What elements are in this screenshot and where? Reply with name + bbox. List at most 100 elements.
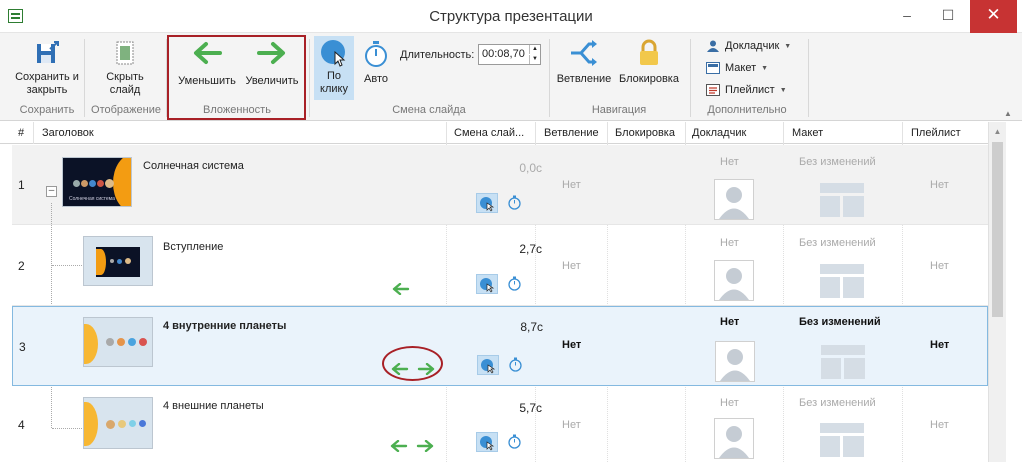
avatar-icon[interactable] xyxy=(714,179,754,220)
branching-value: Нет xyxy=(562,179,581,191)
col-slide-change[interactable]: Смена слай... xyxy=(454,127,524,139)
cursor-click-icon xyxy=(481,359,496,374)
slide-title[interactable]: 4 внутренние планеты xyxy=(163,320,286,332)
col-presenter[interactable]: Докладчик xyxy=(692,127,746,139)
hide-slide-button[interactable]: Скрыть слайд xyxy=(90,39,160,97)
save-icon xyxy=(37,41,59,63)
slide-thumbnail[interactable] xyxy=(83,236,153,286)
arrow-left-icon[interactable] xyxy=(392,283,410,295)
layout-icon xyxy=(706,62,720,74)
branching-value: Нет xyxy=(562,260,581,272)
collapse-ribbon-icon[interactable]: ▲ xyxy=(1004,109,1012,118)
spin-down-icon[interactable]: ▼ xyxy=(529,55,540,64)
group-label-navigation: Навигация xyxy=(591,104,647,116)
slide-duration: 0,0с xyxy=(519,161,542,175)
lock-icon xyxy=(640,39,658,65)
auto-button[interactable]: Авто xyxy=(358,39,394,86)
highlight-oval xyxy=(382,346,443,381)
playlist-icon xyxy=(706,84,720,96)
table-row[interactable]: 4 4 внешние планеты 5,7с Нет Нет Без изм… xyxy=(12,387,988,462)
col-title[interactable]: Заголовок xyxy=(42,127,94,139)
slide-duration: 2,7с xyxy=(519,242,542,256)
playlist-value: Нет xyxy=(930,339,950,351)
layout-value: Без изменений xyxy=(799,156,876,168)
lock-button[interactable]: Блокировка xyxy=(614,39,684,86)
group-separator xyxy=(309,39,310,117)
branching-button[interactable]: Ветвление xyxy=(554,39,614,86)
group-separator xyxy=(549,39,550,117)
col-lock[interactable]: Блокировка xyxy=(615,127,675,139)
presenter-dropdown[interactable]: Докладчик ▼ xyxy=(706,40,791,52)
save-close-button[interactable]: Сохранить и закрыть xyxy=(14,39,80,97)
layout-icon[interactable] xyxy=(820,264,864,298)
stopwatch-icon[interactable] xyxy=(507,276,522,291)
grid-header: # Заголовок Смена слай... Ветвление Блок… xyxy=(0,122,1006,144)
col-layout[interactable]: Макет xyxy=(792,127,823,139)
slide-thumbnail[interactable]: Солнечная система xyxy=(62,157,132,207)
table-row[interactable]: 3 4 внутренние планеты 8,7с Нет Нет Без … xyxy=(12,306,988,386)
layout-dropdown[interactable]: Макет ▼ xyxy=(706,62,768,74)
ribbon: Сохранить и закрыть Сохранить Скрыть сла… xyxy=(0,33,1022,121)
stopwatch-icon[interactable] xyxy=(507,195,522,210)
group-separator xyxy=(690,39,691,117)
duration-value: 00:08,70 xyxy=(482,48,525,60)
layout-icon[interactable] xyxy=(821,345,865,379)
layout-value: Без изменений xyxy=(799,237,876,249)
layout-value: Без изменений xyxy=(799,316,881,328)
group-label-display: Отображение xyxy=(91,104,161,116)
spin-up-icon[interactable]: ▲ xyxy=(529,45,540,54)
group-separator xyxy=(84,39,85,117)
minimize-button[interactable]: – xyxy=(887,0,927,33)
presenter-label: Докладчик xyxy=(725,40,780,52)
slide-title[interactable]: 4 внешние планеты xyxy=(163,400,264,412)
row-number: 2 xyxy=(18,259,25,273)
slide-duration: 8,7с xyxy=(520,320,543,334)
row-number: 4 xyxy=(18,418,25,432)
cursor-click-icon xyxy=(480,278,495,293)
collapse-toggle-icon[interactable]: – xyxy=(46,186,57,197)
cursor-click-icon xyxy=(480,197,495,212)
on-click-toggle[interactable] xyxy=(476,274,498,294)
scrollbar-thumb[interactable] xyxy=(992,142,1003,317)
close-button[interactable]: ✕ xyxy=(970,0,1017,33)
group-separator xyxy=(808,39,809,117)
vertical-scrollbar[interactable]: ▲ xyxy=(988,122,1006,462)
slide-title[interactable]: Вступление xyxy=(163,241,223,253)
on-click-label: По клику xyxy=(320,70,348,95)
duration-label: Длительность: xyxy=(400,49,475,61)
on-click-button[interactable]: По клику xyxy=(314,36,354,100)
col-playlist[interactable]: Плейлист xyxy=(911,127,961,139)
layout-icon[interactable] xyxy=(820,423,864,457)
layout-icon[interactable] xyxy=(820,183,864,217)
on-click-toggle[interactable] xyxy=(476,193,498,213)
slide-thumbnail[interactable] xyxy=(83,317,153,367)
arrow-right-icon[interactable] xyxy=(416,440,434,452)
person-icon xyxy=(707,40,719,52)
on-click-toggle[interactable] xyxy=(476,432,498,452)
table-row[interactable]: 1 – Солнечная система Солнечная система … xyxy=(12,145,988,225)
playlist-value: Нет xyxy=(930,179,949,191)
table-row[interactable]: 2 Вступление 2,7с Нет Нет Без изменений … xyxy=(12,226,988,306)
stopwatch-icon[interactable] xyxy=(508,357,523,372)
slide-duration: 5,7с xyxy=(519,401,542,415)
group-label-additional: Дополнительно xyxy=(707,104,787,116)
duration-input[interactable]: 00:08,70 ▲ ▼ xyxy=(478,44,541,65)
on-click-toggle[interactable] xyxy=(477,355,499,375)
avatar-icon[interactable] xyxy=(715,341,755,382)
slide-thumbnail[interactable] xyxy=(83,397,153,449)
col-num[interactable]: # xyxy=(18,127,24,139)
presenter-value: Нет xyxy=(720,397,739,409)
highlight-frame xyxy=(167,35,306,120)
playlist-dropdown[interactable]: Плейлист ▼ xyxy=(706,84,787,96)
scroll-up-icon[interactable]: ▲ xyxy=(989,124,1006,140)
hide-slide-icon xyxy=(116,41,134,65)
maximize-button[interactable]: ☐ xyxy=(928,0,968,33)
avatar-icon[interactable] xyxy=(714,418,754,459)
auto-label: Авто xyxy=(364,73,388,85)
stopwatch-icon[interactable] xyxy=(507,434,522,449)
avatar-icon[interactable] xyxy=(714,260,754,301)
branching-label: Ветвление xyxy=(556,73,612,85)
arrow-left-icon[interactable] xyxy=(390,440,408,452)
col-branching[interactable]: Ветвление xyxy=(544,127,599,139)
slide-title[interactable]: Солнечная система xyxy=(143,160,244,172)
